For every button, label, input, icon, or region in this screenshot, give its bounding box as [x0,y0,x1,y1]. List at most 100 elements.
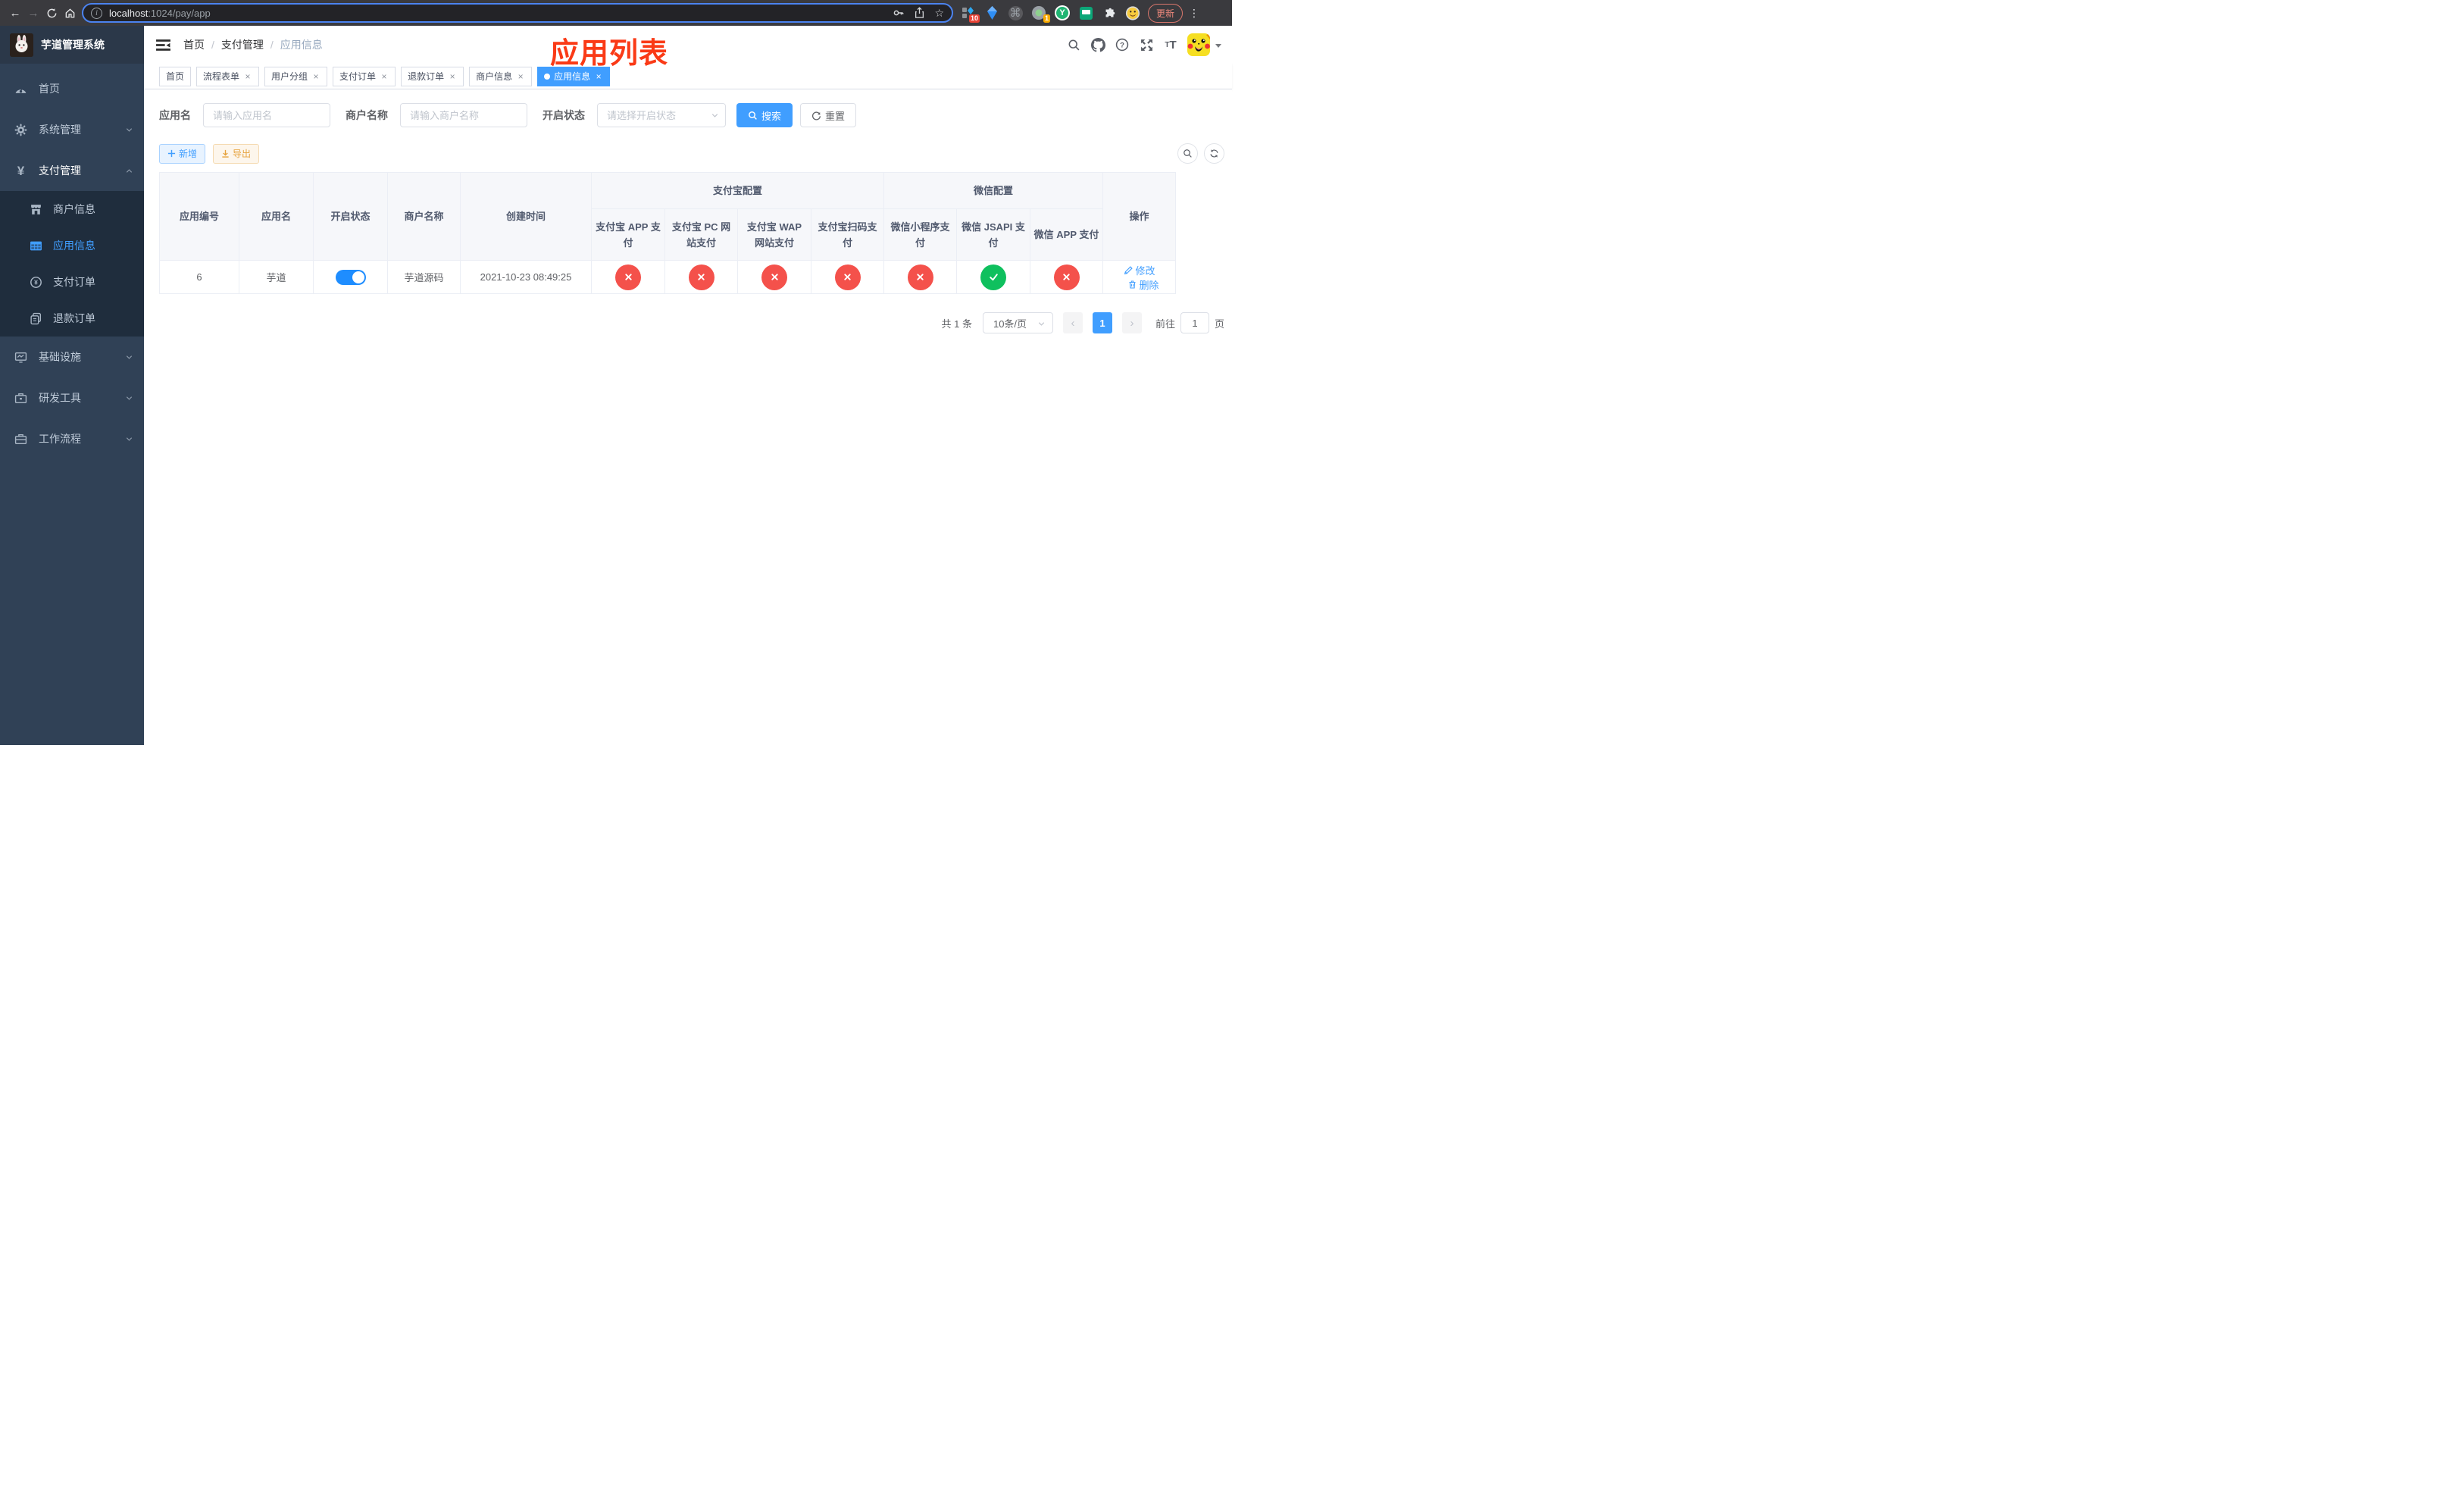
sidebar-logo[interactable]: 芋道管理系统 [0,26,144,64]
delete-link[interactable]: 删除 [1127,277,1159,292]
close-icon[interactable]: × [594,71,603,82]
refund-doc-icon [30,312,42,325]
extension-blocks-icon[interactable]: 10 [961,5,980,23]
sidebar-item-pay-orders[interactable]: ¥ 支付订单 [0,264,144,300]
breadcrumb-payment[interactable]: 支付管理 [221,37,264,52]
table-toolbar: 新增 导出 [159,143,1224,164]
app-name-input[interactable] [203,103,330,127]
col-alipay-wap: 支付宝 WAP 网站支付 [737,208,811,261]
sidebar-item-label: 研发工具 [39,392,81,404]
enabled-toggle[interactable] [335,269,366,285]
reset-button[interactable]: 重置 [800,103,857,127]
edit-link[interactable]: 修改 [1124,263,1155,277]
next-page-button[interactable]: › [1121,312,1142,333]
cell-app-id: 6 [159,260,239,294]
sidebar-item-merchant-info[interactable]: 商户信息 [0,191,144,227]
pagination: 共 1 条 10条/页 ‹ 1 › 前往 页 [159,312,1224,333]
prev-page-button[interactable]: ‹ [1062,312,1083,333]
sidebar-item-label: 基础设施 [39,351,81,363]
sidebar-item-refund-orders[interactable]: 退款订单 [0,300,144,337]
goto-page-input[interactable] [1180,312,1209,333]
extension-badge: 10 [968,14,980,23]
col-app-name: 应用名 [239,172,314,261]
sidebar-item-system[interactable]: 系统管理 [0,109,144,150]
app-name-label: 应用名 [159,109,191,121]
avatar-caret-icon[interactable] [1215,43,1221,51]
tag-home[interactable]: 首页 [159,66,192,86]
merchant-name-input[interactable] [400,103,527,127]
close-icon[interactable]: × [516,71,525,82]
close-icon[interactable]: × [448,71,457,82]
sidebar-item-infrastructure[interactable]: 基础设施 [0,337,144,377]
hamburger-icon[interactable] [155,37,171,53]
breadcrumb: 首页 / 支付管理 / 应用信息 [183,37,323,52]
table-row: 6 芋道 芋道源码 2021-10-23 08:49:25 修改 删除 [159,260,1177,294]
home-icon[interactable] [61,3,79,23]
sidebar-item-payment[interactable]: ¥ 支付管理 [0,150,144,191]
sidebar-item-dev-tools[interactable]: 研发工具 [0,377,144,418]
col-merchant: 商户名称 [387,172,461,261]
logo-rabbit-image [10,33,33,57]
show-search-toggle-button[interactable] [1177,143,1198,164]
tag-pay-order[interactable]: 支付订单 × [333,66,396,86]
tag-refund-order[interactable]: 退款订单 × [401,66,464,86]
sidebar-item-home[interactable]: 首页 [0,68,144,109]
back-icon[interactable]: ← [6,3,24,23]
close-icon[interactable]: × [380,71,389,82]
payment-submenu: 商户信息 应用信息 ¥ 支付订单 退款订单 [0,191,144,337]
col-actions: 操作 [1102,172,1177,261]
page-size-select[interactable]: 10条/页 [982,312,1053,333]
refresh-button[interactable] [1204,143,1224,164]
vue-devtools-icon[interactable]: Y [1055,5,1070,20]
close-icon[interactable]: × [311,71,321,82]
password-key-icon[interactable] [893,7,905,19]
col-wechat-lite: 微信小程序支付 [883,208,958,261]
github-icon[interactable] [1086,33,1110,57]
page-unit-label: 页 [1214,318,1224,330]
gem-icon[interactable] [984,5,999,20]
search-icon[interactable] [1062,33,1086,57]
sidebar-item-label: 商户信息 [53,203,95,215]
sidebar-item-label: 工作流程 [39,433,81,445]
tag-user-group[interactable]: 用户分组 × [264,66,328,86]
cell-created: 2021-10-23 08:49:25 [460,260,592,294]
browser-update-button[interactable]: 更新 [1148,3,1184,23]
chevron-down-icon [126,127,133,132]
browser-toolbar: ← → i localhost:1024/pay/app ☆ 10 ⌘ 1 Y … [0,0,1232,26]
sidebar-item-workflow[interactable]: 工作流程 [0,418,144,459]
close-icon[interactable]: × [243,71,252,82]
fullscreen-icon[interactable] [1134,33,1159,57]
sidebar-menu: 首页 系统管理 ¥ 支付管理 商户信息 应用信息 ¥ 支付订单 退款订单 基础设… [0,68,144,459]
search-button[interactable]: 搜索 [736,103,793,127]
breadcrumb-home[interactable]: 首页 [183,37,205,52]
tag-process-form[interactable]: 流程表单 × [196,66,260,86]
export-button[interactable]: 导出 [213,143,260,164]
forward-icon[interactable]: → [24,3,42,23]
help-icon[interactable]: ? [1110,33,1134,57]
sidebar-item-app-info[interactable]: 应用信息 [0,227,144,264]
puzzle-extensions-icon[interactable] [1102,5,1117,20]
monitor-icon [14,351,27,364]
bookmark-star-icon[interactable]: ☆ [934,7,944,20]
status-select-input[interactable] [597,103,726,127]
status-select[interactable] [597,103,726,127]
url-bar[interactable]: i localhost:1024/pay/app ☆ [82,3,953,23]
user-avatar[interactable] [1187,33,1210,56]
chat-extension-icon[interactable] [1078,5,1093,20]
site-info-icon[interactable]: i [91,7,102,19]
col-wechat-jsapi: 微信 JSAPI 支付 [956,208,1031,261]
browser-menu-kebab-icon[interactable]: ⋮ [1189,7,1199,20]
profile-emoji-icon[interactable] [1125,5,1140,20]
add-button[interactable]: 新增 [159,143,206,164]
font-size-icon[interactable]: TT [1159,33,1183,57]
briefcase-icon [14,433,27,446]
filter-form: 应用名 商户名称 开启状态 搜索 [159,103,1224,127]
cell-actions: 修改 删除 [1102,260,1177,294]
tag-merchant-info[interactable]: 商户信息 × [469,66,533,86]
current-page-button[interactable]: 1 [1092,312,1112,333]
command-icon[interactable]: ⌘ [1008,5,1023,20]
recorder-icon[interactable]: 1 [1031,5,1050,23]
reload-icon[interactable] [42,3,61,23]
url-text: localhost:1024/pay/app [109,7,211,19]
share-icon[interactable] [914,7,925,19]
